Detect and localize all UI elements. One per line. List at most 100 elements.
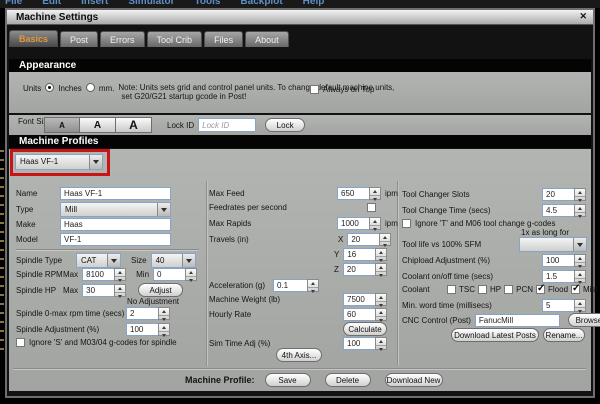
spindle-rpm-min-spinner[interactable] [153, 268, 198, 284]
spin-up-icon[interactable] [370, 218, 380, 225]
spinner-arrows[interactable] [574, 254, 586, 267]
spin-up-icon[interactable] [575, 255, 585, 262]
coolant-flood-checkbox[interactable] [536, 283, 545, 294]
lock-id-input[interactable] [198, 118, 257, 132]
font-large-button[interactable]: A [116, 117, 152, 133]
acceleration-input[interactable] [273, 279, 307, 292]
spindle-hp-max-spinner[interactable] [82, 283, 127, 297]
min-word-time-input[interactable] [542, 299, 574, 312]
acceleration-spinner[interactable] [273, 279, 319, 292]
coolant-pcn-checkbox[interactable] [504, 285, 514, 294]
spinner-arrows[interactable] [369, 187, 381, 200]
menu-backplot[interactable]: Backplot [240, 0, 282, 7]
coolant-time-spinner[interactable] [542, 270, 586, 283]
menu-edit[interactable]: Edit [42, 0, 61, 7]
spin-down-icon[interactable] [159, 315, 169, 323]
menu-simulator[interactable]: Simulator [128, 0, 174, 7]
travel-y-spinner[interactable] [343, 248, 388, 261]
chevron-down-icon[interactable] [157, 203, 170, 216]
menu-tools[interactable]: Tools [194, 0, 220, 7]
tab-post[interactable]: Post [60, 31, 99, 47]
make-input[interactable] [60, 218, 171, 231]
spin-up-icon[interactable] [376, 294, 386, 301]
spin-up-icon[interactable] [376, 264, 386, 271]
tab-basics[interactable]: Basics [9, 30, 59, 47]
spin-up-icon[interactable] [308, 280, 318, 287]
fourth-axis-button[interactable]: 4th Axis... [276, 348, 322, 362]
coolant-time-input[interactable] [542, 270, 574, 283]
spinner-arrows[interactable] [574, 299, 586, 312]
max-feed-spinner[interactable] [337, 187, 381, 200]
machine-weight-input[interactable] [343, 293, 375, 306]
tab-files[interactable]: Files [204, 31, 244, 47]
chevron-down-icon[interactable] [181, 254, 195, 267]
chevron-down-icon[interactable] [89, 155, 102, 169]
tool-changer-slots-input[interactable] [542, 188, 574, 201]
spinner-arrows[interactable] [375, 293, 387, 306]
spindle-rpm-max-input[interactable] [82, 268, 115, 281]
font-medium-button[interactable]: A [80, 117, 116, 133]
menu-insert[interactable]: Insert [81, 0, 108, 7]
coolant-hp-checkbox[interactable] [478, 285, 487, 294]
travel-x-spinner[interactable] [347, 233, 392, 246]
spin-up-icon[interactable] [186, 269, 196, 276]
spinner-arrows[interactable] [574, 188, 586, 201]
dialog-titlebar[interactable]: Machine Settings ✕ [7, 10, 593, 25]
calculate-button[interactable]: Calculate [343, 322, 387, 336]
travel-x-input[interactable] [347, 233, 380, 246]
spindle-rpm-max-spinner[interactable] [82, 268, 127, 281]
chipload-spinner[interactable] [542, 254, 586, 267]
min-word-time-spinner[interactable] [542, 299, 586, 312]
spinner-arrows[interactable] [158, 323, 170, 336]
travel-y-input[interactable] [343, 248, 376, 261]
coolant-mist-checkbox[interactable] [571, 283, 580, 294]
lock-button[interactable]: Lock [265, 118, 306, 132]
spindle-rpm-min-input[interactable] [153, 268, 186, 281]
rename-button[interactable]: Rename... [543, 328, 585, 342]
spinner-arrows[interactable] [374, 263, 387, 276]
machine-weight-spinner[interactable] [343, 293, 387, 306]
chevron-down-icon[interactable] [107, 254, 120, 267]
delete-button[interactable]: Delete [324, 373, 371, 387]
spinner-arrows[interactable] [158, 307, 170, 320]
spin-up-icon[interactable] [115, 285, 125, 292]
machine-profile-dropdown[interactable]: Haas VF-1 [15, 154, 103, 170]
spin-up-icon[interactable] [159, 324, 169, 331]
save-button[interactable]: Save [264, 373, 311, 387]
spindle-hp-max-input[interactable] [82, 283, 115, 297]
menu-help[interactable]: Help [303, 0, 325, 7]
spindle-adjustment-spinner[interactable] [126, 323, 170, 336]
spin-down-icon[interactable] [186, 276, 197, 284]
spin-up-icon[interactable] [159, 308, 169, 315]
spin-up-icon[interactable] [376, 249, 386, 256]
type-dropdown[interactable]: Mill [60, 202, 171, 217]
spin-up-icon[interactable] [376, 309, 386, 316]
spin-up-icon[interactable] [376, 338, 386, 345]
hourly-rate-input[interactable] [343, 308, 375, 321]
spinner-arrows[interactable] [114, 268, 127, 281]
tool-change-time-spinner[interactable] [542, 204, 586, 217]
coolant-tsc-checkbox[interactable] [447, 285, 456, 294]
spinner-arrows[interactable] [369, 217, 381, 230]
spindle-adjustment-input[interactable] [126, 323, 158, 336]
name-input[interactable] [60, 187, 171, 200]
font-small-button[interactable]: A [44, 117, 80, 133]
spin-up-icon[interactable] [575, 205, 585, 212]
tab-errors[interactable]: Errors [100, 31, 145, 47]
download-latest-posts-button[interactable]: Download Latest Posts [451, 328, 539, 342]
ignore-s-checkbox[interactable] [16, 338, 25, 347]
spinner-arrows[interactable] [185, 268, 198, 284]
spinner-arrows[interactable] [574, 204, 586, 217]
feedrates-checkbox[interactable] [367, 203, 376, 212]
size-dropdown[interactable]: 40 [150, 253, 196, 268]
cnc-control-input[interactable] [474, 313, 560, 327]
sim-time-spinner[interactable] [343, 337, 387, 350]
spinner-arrows[interactable] [114, 283, 127, 297]
sim-time-input[interactable] [343, 337, 375, 350]
max-rapids-spinner[interactable] [337, 217, 381, 230]
spinner-arrows[interactable] [574, 270, 586, 283]
spin-down-icon[interactable] [575, 212, 585, 220]
spin-down-icon[interactable] [575, 196, 585, 204]
tab-about[interactable]: About [245, 31, 289, 47]
chipload-input[interactable] [542, 254, 574, 267]
